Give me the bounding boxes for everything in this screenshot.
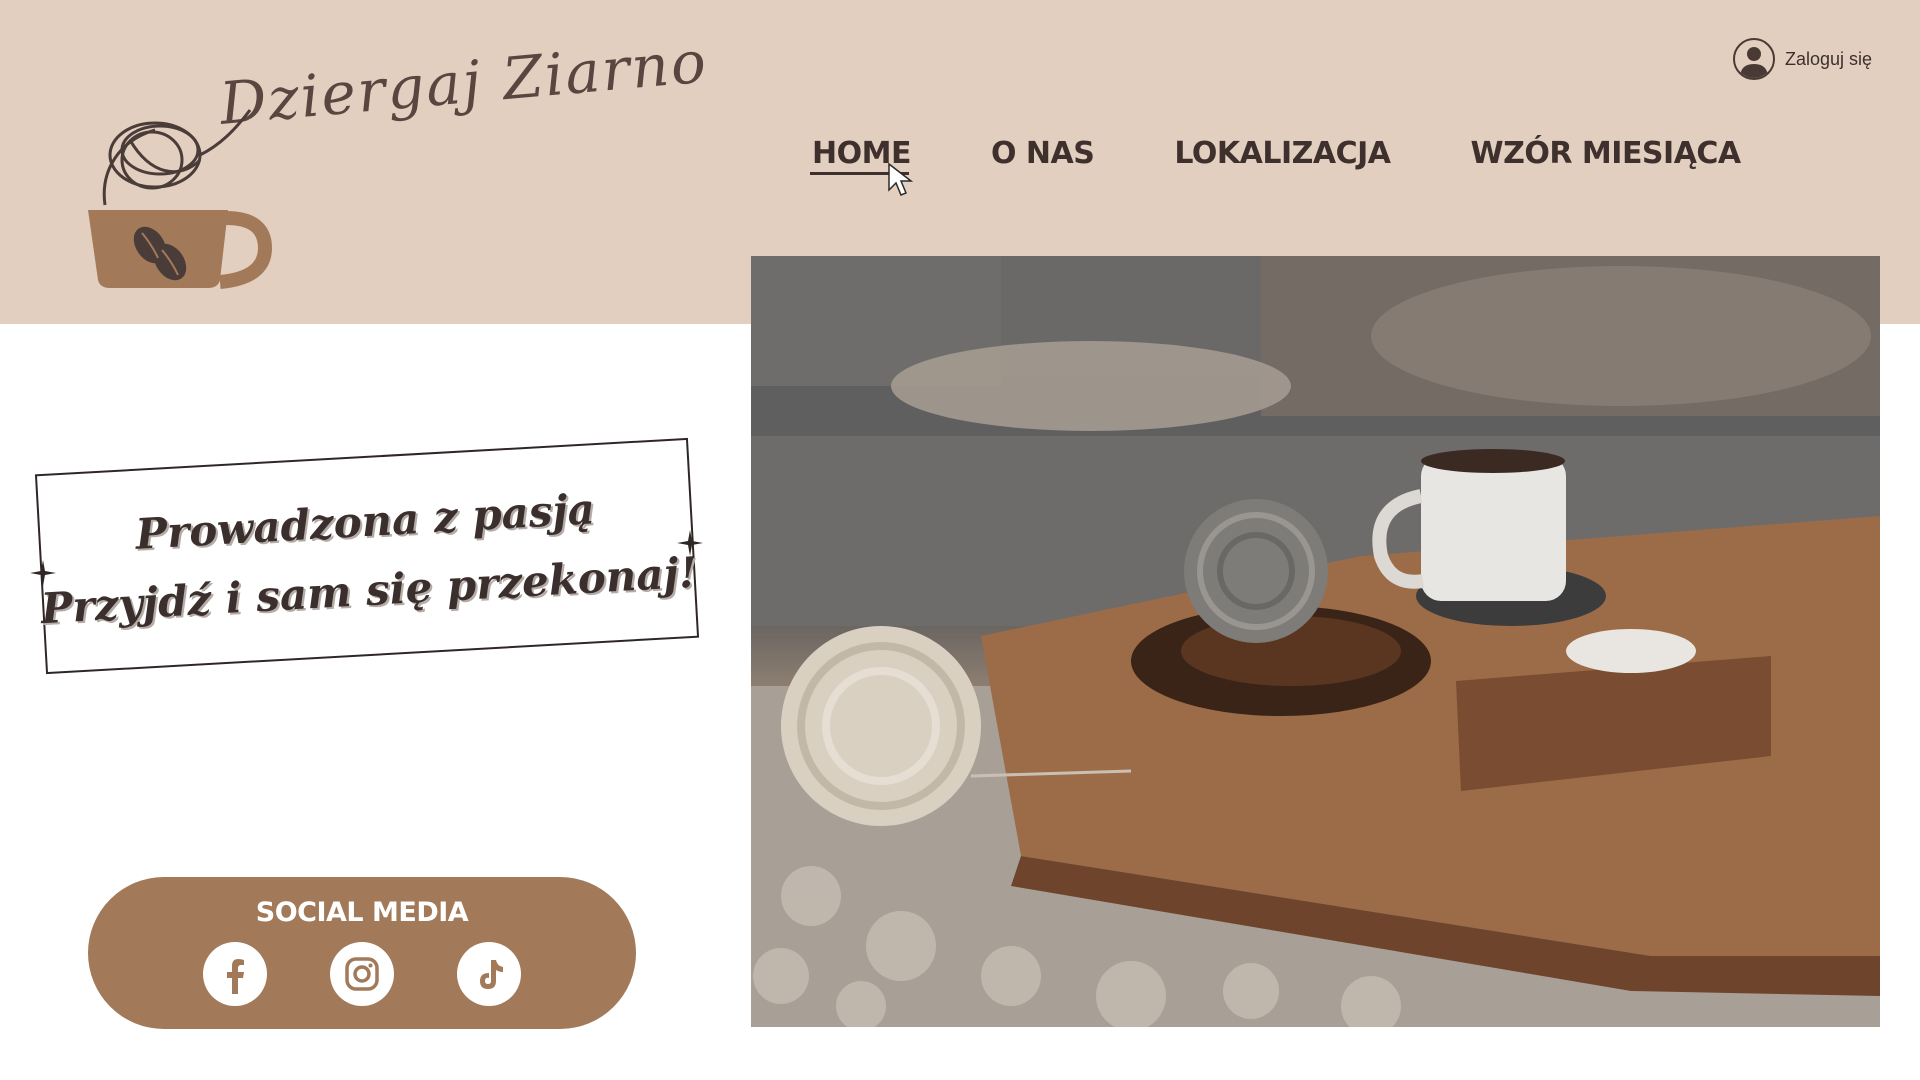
- mouse-cursor-icon: [888, 162, 914, 196]
- social-media-title: SOCIAL MEDIA: [255, 897, 469, 928]
- hero-image: [751, 256, 1880, 1027]
- main-nav: HOME O NAS LOKALIZACJA WZÓR MIESIĄCA: [810, 136, 1742, 175]
- login-label: Zaloguj się: [1784, 48, 1872, 69]
- tagline-line-1: Prowadzona z pasją: [134, 484, 596, 559]
- nav-item-lokalizacja[interactable]: LOKALIZACJA: [1174, 136, 1391, 171]
- hero-illustration: [751, 256, 1880, 1027]
- tagline-box: Prowadzona z pasją Przyjdź i sam się prz…: [34, 437, 700, 675]
- nav-item-o-nas[interactable]: O NAS: [991, 136, 1095, 171]
- nav-item-wzor-miesiaca[interactable]: WZÓR MIESIĄCA: [1471, 136, 1742, 171]
- brand-logo[interactable]: Dziergaj Ziarno: [60, 27, 710, 300]
- sparkle-right-icon: [677, 530, 703, 556]
- tiktok-icon[interactable]: [457, 942, 521, 1006]
- facebook-icon[interactable]: [203, 942, 267, 1006]
- user-icon: [1732, 38, 1775, 80]
- tagline-line-2: Przyjdź i sam się przekonaj!: [39, 547, 699, 634]
- coffee-cup-yarn-icon: [88, 109, 273, 289]
- instagram-icon[interactable]: [330, 942, 394, 1006]
- social-media-panel: SOCIAL MEDIA: [88, 877, 636, 1029]
- sparkle-left-icon: [30, 560, 56, 586]
- login-button[interactable]: Zaloguj się: [1732, 38, 1872, 80]
